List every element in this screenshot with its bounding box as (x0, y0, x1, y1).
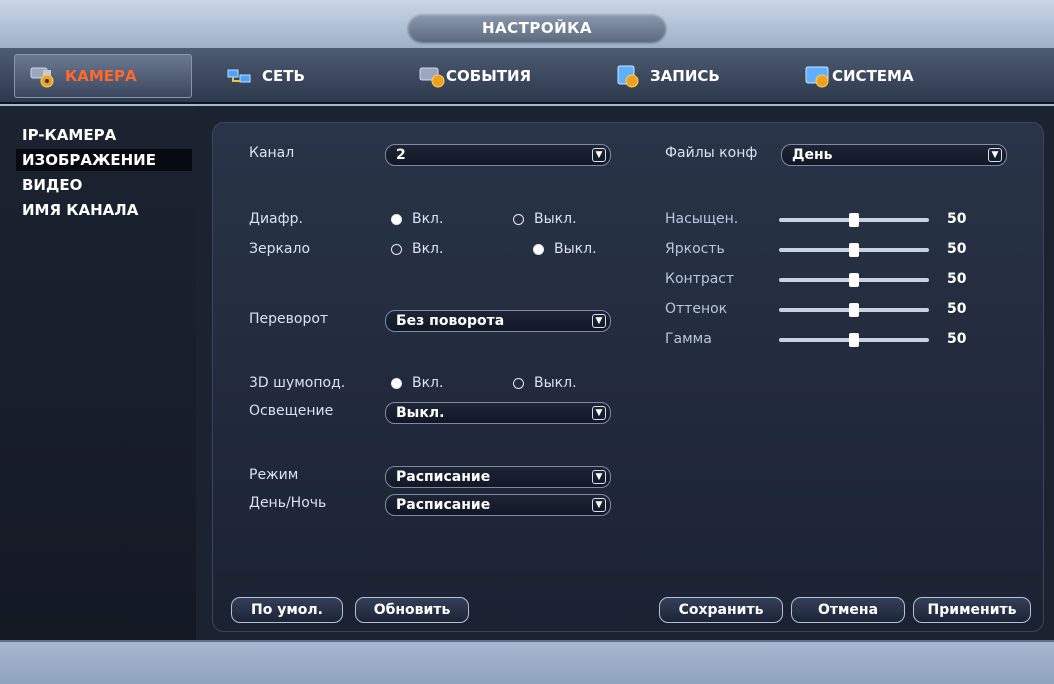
mirror-on-radio[interactable]: Вкл. (391, 241, 443, 257)
slider-handle[interactable] (849, 333, 859, 347)
tab-record[interactable]: ЗАПИСЬ (614, 54, 720, 98)
content-area: IP-КАМЕРА ИЗОБРАЖЕНИЕ ВИДЕО ИМЯ КАНАЛА К… (0, 106, 1054, 640)
camera-icon (29, 64, 57, 88)
flip-value: Без поворота (396, 313, 505, 329)
sidebar-item-ip-camera[interactable]: IP-КАМЕРА (18, 124, 196, 146)
flip-select[interactable]: Без поворота ▼ (385, 310, 611, 332)
hue-label: Оттенок (665, 301, 728, 317)
main-tabs: КАМЕРА СЕТЬ СОБЫТИЯ ЗАПИСЬ СИСТЕМА (0, 48, 1054, 104)
radio-label: Выкл. (534, 211, 577, 227)
chevron-down-icon: ▼ (592, 498, 606, 512)
radio-dot-icon (391, 243, 402, 255)
settings-window: НАСТРОЙКА КАМЕРА СЕТЬ СОБЫТИЯ ЗАПИСЬ СИС… (0, 0, 1054, 684)
title-bar: НАСТРОЙКА (0, 0, 1054, 48)
dnr3d-off-radio[interactable]: Выкл. (513, 375, 577, 391)
page-title: НАСТРОЙКА (408, 14, 666, 42)
mode-label: Режим (249, 467, 299, 483)
radio-dot-icon (513, 377, 524, 389)
gamma-slider[interactable] (779, 331, 929, 349)
profile-value: День (792, 147, 833, 163)
saturation-slider[interactable] (779, 211, 929, 229)
gamma-value: 50 (947, 331, 967, 347)
contrast-value: 50 (947, 271, 967, 287)
events-icon (418, 64, 446, 88)
radio-label: Вкл. (412, 241, 444, 257)
image-settings-panel: Канал 2 ▼ Диафр. Вкл. Выкл. Зеркало Вкл. (212, 122, 1044, 632)
tab-camera[interactable]: КАМЕРА (14, 54, 192, 98)
brightness-label: Яркость (665, 241, 725, 257)
dnr3d-on-radio[interactable]: Вкл. (391, 375, 443, 391)
network-icon (226, 64, 254, 88)
slider-handle[interactable] (849, 213, 859, 227)
lighting-label: Освещение (249, 403, 334, 419)
tab-label: СЕТЬ (262, 67, 305, 85)
saturation-label: Насыщен. (665, 211, 739, 227)
radio-dot-icon (513, 213, 524, 225)
slider-handle[interactable] (849, 243, 859, 257)
tab-events[interactable]: СОБЫТИЯ (418, 54, 531, 98)
contrast-label: Контраст (665, 271, 735, 287)
gamma-label: Гамма (665, 331, 712, 347)
brightness-slider[interactable] (779, 241, 929, 259)
channel-value: 2 (396, 147, 406, 163)
radio-label: Вкл. (412, 375, 444, 391)
record-icon (614, 64, 642, 88)
dnr3d-label: 3D шумопод. (249, 375, 346, 391)
tab-label: КАМЕРА (65, 67, 137, 85)
chevron-down-icon: ▼ (592, 406, 606, 420)
daynight-select[interactable]: Расписание ▼ (385, 494, 611, 516)
aperture-label: Диафр. (249, 211, 303, 227)
slider-handle[interactable] (849, 273, 859, 287)
hue-slider[interactable] (779, 301, 929, 319)
tab-label: ЗАПИСЬ (650, 67, 720, 85)
default-button[interactable]: По умол. (231, 597, 343, 623)
saturation-value: 50 (947, 211, 967, 227)
aperture-off-radio[interactable]: Выкл. (513, 211, 577, 227)
radio-label: Вкл. (412, 211, 444, 227)
refresh-button[interactable]: Обновить (355, 597, 469, 623)
radio-label: Выкл. (554, 241, 597, 257)
tab-label: СОБЫТИЯ (446, 67, 532, 85)
contrast-slider[interactable] (779, 271, 929, 289)
flip-label: Переворот (249, 311, 329, 327)
profile-select[interactable]: День ▼ (781, 144, 1007, 166)
radio-dot-icon (391, 377, 402, 389)
mode-select[interactable]: Расписание ▼ (385, 466, 611, 488)
channel-select[interactable]: 2 ▼ (385, 144, 611, 166)
sidebar: IP-КАМЕРА ИЗОБРАЖЕНИЕ ВИДЕО ИМЯ КАНАЛА (0, 106, 196, 640)
sidebar-item-image[interactable]: ИЗОБРАЖЕНИЕ (16, 149, 192, 171)
chevron-down-icon: ▼ (592, 148, 606, 162)
mirror-off-radio[interactable]: Выкл. (533, 241, 597, 257)
radio-label: Выкл. (534, 375, 577, 391)
sidebar-item-channel-name[interactable]: ИМЯ КАНАЛА (18, 199, 196, 221)
mode-value: Расписание (396, 469, 491, 485)
tab-label: СИСТЕМА (832, 67, 914, 85)
radio-dot-icon (533, 243, 544, 255)
channel-label: Канал (249, 145, 295, 161)
brightness-value: 50 (947, 241, 967, 257)
system-icon (804, 64, 832, 88)
cancel-button[interactable]: Отмена (791, 597, 905, 623)
slider-handle[interactable] (849, 303, 859, 317)
chevron-down-icon: ▼ (592, 470, 606, 484)
lighting-value: Выкл. (396, 405, 445, 421)
chevron-down-icon: ▼ (592, 314, 606, 328)
hue-value: 50 (947, 301, 967, 317)
lighting-select[interactable]: Выкл. ▼ (385, 402, 611, 424)
apply-button[interactable]: Применить (913, 597, 1031, 623)
bottom-bar (0, 640, 1054, 684)
tab-system[interactable]: СИСТЕМА (804, 54, 914, 98)
profile-label: Файлы конф (665, 145, 758, 161)
daynight-label: День/Ночь (249, 495, 327, 511)
mirror-label: Зеркало (249, 241, 311, 257)
radio-dot-icon (391, 213, 402, 225)
aperture-on-radio[interactable]: Вкл. (391, 211, 443, 227)
sidebar-item-video[interactable]: ВИДЕО (18, 174, 196, 196)
daynight-value: Расписание (396, 497, 491, 513)
chevron-down-icon: ▼ (988, 148, 1002, 162)
save-button[interactable]: Сохранить (659, 597, 783, 623)
tab-network[interactable]: СЕТЬ (226, 54, 305, 98)
